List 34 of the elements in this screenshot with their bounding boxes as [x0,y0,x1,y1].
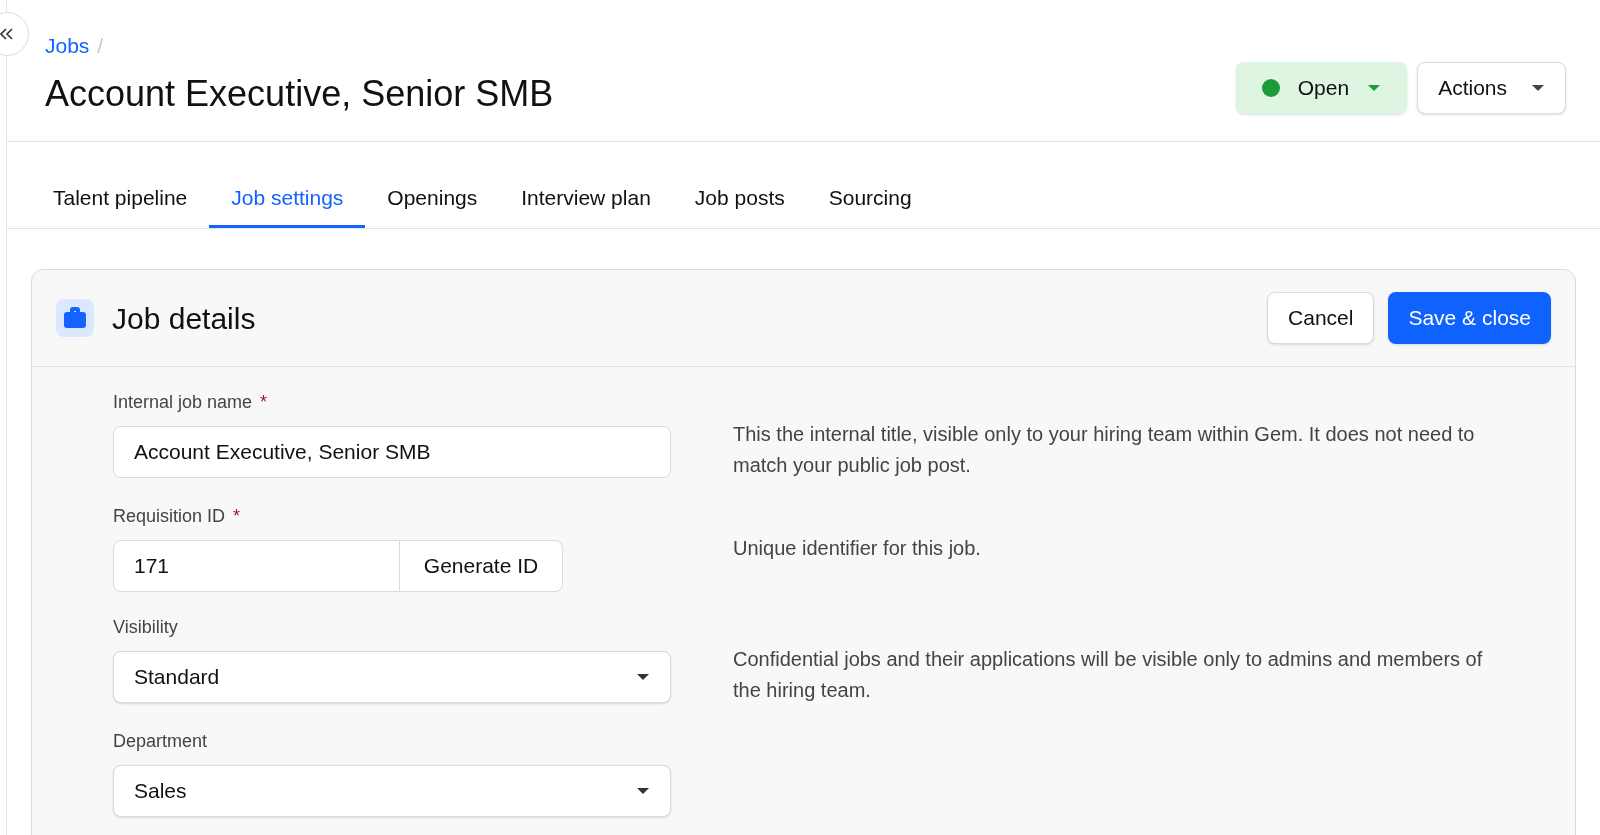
page-title: Account Executive, Senior SMB [45,71,554,116]
tab[interactable]: Interview plan [499,170,673,228]
required-asterisk: * [260,391,268,414]
help-text: Confidential jobs and their applications will be visible only to admins and members of the hiring team. [733,647,1484,703]
help-text: Unique identifier for this job. [733,536,981,561]
tab[interactable]: Job posts [672,170,807,228]
field-label: Visibility [113,616,178,639]
status-dropdown[interactable]: Open [1235,62,1408,114]
card-title: Job details [112,300,256,337]
field-label: Internal job name [113,391,253,414]
tab[interactable]: Sourcing [806,170,934,228]
briefcase-icon [56,299,94,337]
actions-dropdown[interactable]: Actions [1417,62,1566,114]
save-button[interactable]: Save & close [1388,292,1551,344]
caret-icon [1367,84,1382,92]
caret-icon [1531,84,1545,92]
select-dropdown[interactable]: Sales [113,765,671,817]
tab[interactable]: Openings [365,170,500,228]
caret-icon [636,673,650,681]
breadcrumb-link[interactable]: Jobs [45,30,90,62]
help-text: This the internal title, visible only to your hiring team within Gem. It does not need to match your public job post. [733,422,1476,478]
field-label: Department [113,730,208,753]
text-field[interactable]: Account Executive, Senior SMB [113,426,671,478]
tab[interactable]: Job settings [209,170,366,228]
field-label: Requisition ID [113,505,226,528]
caret-icon [636,787,650,795]
required-asterisk: * [233,505,241,528]
tab[interactable]: Talent pipeline [31,170,210,228]
generate-id-button[interactable]: Generate ID [400,540,563,592]
breadcrumb-separator: / [97,33,104,59]
id-field[interactable]: 171 [113,540,400,592]
cancel-button[interactable]: Cancel [1267,292,1375,344]
select-dropdown[interactable]: Standard [113,651,671,703]
double-chevron-left-icon [0,26,14,42]
